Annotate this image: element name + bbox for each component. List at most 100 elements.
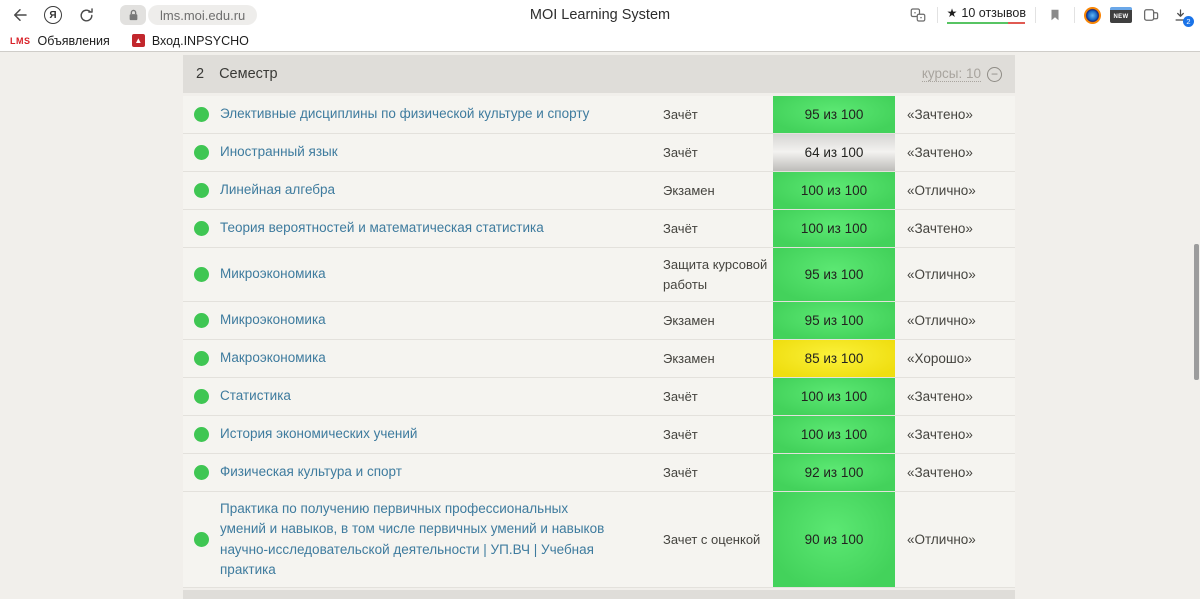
lms-page: 2 Семестр курсы: 10 − Элективные дисципл… [0, 52, 1200, 599]
status-dot-icon [194, 389, 209, 404]
url-text[interactable]: lms.moi.edu.ru [148, 5, 258, 25]
control-type-label: Зачёт [663, 426, 698, 442]
course-link[interactable]: Микроэкономика [220, 310, 326, 330]
side-panel-icon[interactable] [1141, 5, 1161, 25]
control-type-label: Зачёт [663, 144, 698, 160]
grade-label: «Зачтено» [907, 465, 973, 480]
control-type-label: Зачёт [663, 388, 698, 404]
status-dot-icon [194, 221, 209, 236]
course-link[interactable]: Практика по получению первичных професси… [220, 499, 613, 580]
course-rows: Элективные дисциплины по физической куль… [183, 96, 1015, 588]
table-row: Теория вероятностей и математическая ста… [183, 210, 1015, 248]
score-text: 95 из 100 [804, 313, 864, 328]
score-text: 95 из 100 [804, 107, 864, 122]
grades-table: 2 Семестр курсы: 10 − Элективные дисципл… [183, 55, 1015, 599]
course-link[interactable]: История экономических учений [220, 424, 417, 444]
course-link[interactable]: Статистика [220, 386, 291, 406]
control-type-label: Зачёт [663, 106, 698, 122]
address-bar[interactable]: lms.moi.edu.ru [120, 5, 258, 25]
bookmark-label: Вход.INPSYCHO [151, 33, 249, 48]
table-row: Физическая культура и спорт Зачёт 92 из … [183, 454, 1015, 492]
control-type-label: Зачёт [663, 464, 698, 480]
status-cell [183, 134, 220, 171]
score-badge: 64 из 100 [773, 134, 895, 171]
table-row: История экономических учений Зачёт 100 и… [183, 416, 1015, 454]
score-text: 100 из 100 [800, 427, 868, 442]
collapse-icon[interactable]: − [987, 66, 1002, 82]
course-link[interactable]: Макроэкономика [220, 348, 326, 368]
courses-count-link[interactable]: курсы: 10 [921, 66, 981, 82]
status-cell [183, 302, 220, 339]
status-dot-icon [194, 351, 209, 366]
semester-header-2: 2 Семестр курсы: 10 − [183, 55, 1015, 93]
downloads-button[interactable]: 2 [1170, 5, 1194, 27]
course-cell: Линейная алгебра [220, 172, 663, 209]
bookmark-icon[interactable] [1045, 5, 1065, 25]
score-text: 100 из 100 [800, 221, 868, 236]
status-cell [183, 378, 220, 415]
score-badge: 100 из 100 [773, 378, 895, 415]
grade-label: «Хорошо» [907, 351, 972, 366]
grade-label: «Зачтено» [907, 221, 973, 236]
control-type-label: Защита курсовой работы [663, 257, 768, 292]
semester-header-3: 3 Семестр курсы: 10 + [183, 590, 1015, 599]
course-cell: История экономических учений [220, 416, 663, 453]
course-link[interactable]: Иностранный язык [220, 142, 338, 162]
toolbar-divider [936, 7, 938, 23]
table-row: Микроэкономика Защита курсовой работы 95… [183, 248, 1015, 302]
grade-label: «Зачтено» [907, 427, 973, 442]
status-cell [183, 248, 220, 301]
site-reviews-button[interactable]: ★ 10 отзывов [947, 6, 1026, 24]
table-row: Линейная алгебра Экзамен 100 из 100 «Отл… [183, 172, 1015, 210]
lock-icon[interactable] [120, 5, 146, 25]
control-type-label: Экзамен [663, 350, 715, 366]
course-cell: Элективные дисциплины по физической куль… [220, 96, 663, 133]
control-type-label: Экзамен [663, 182, 715, 198]
score-badge: 100 из 100 [773, 416, 895, 453]
downloads-count-badge: 2 [1183, 16, 1194, 27]
grade-label: «Отлично» [907, 183, 976, 198]
table-row: Статистика Зачёт 100 из 100 «Зачтено» [183, 378, 1015, 416]
bookmarks-bar: LMS Объявления ▲ Вход.INPSYCHO [0, 30, 1200, 52]
grade-label: «Отлично» [907, 532, 976, 547]
bookmark-label: Объявления [37, 33, 110, 48]
table-row: Микроэкономика Экзамен 95 из 100 «Отличн… [183, 302, 1015, 340]
yandex-browser-icon[interactable]: Я [44, 6, 62, 24]
course-link[interactable]: Теория вероятностей и математическая ста… [220, 218, 544, 238]
course-cell: Микроэкономика [220, 302, 663, 339]
status-dot-icon [194, 107, 209, 122]
extension-new-icon[interactable]: NEW [1110, 7, 1132, 23]
status-cell [183, 96, 220, 133]
course-cell: Макроэкономика [220, 340, 663, 377]
lms-favicon: LMS [10, 35, 31, 46]
score-badge: 95 из 100 [773, 302, 895, 339]
inpsycho-favicon: ▲ [131, 34, 145, 47]
table-row: Макроэкономика Экзамен 85 из 100 «Хорошо… [183, 340, 1015, 378]
semester-label: Семестр [219, 66, 278, 82]
toolbar-divider [1074, 7, 1075, 23]
vertical-scrollbar[interactable] [1194, 244, 1199, 380]
grade-label: «Зачтено» [907, 145, 973, 160]
status-dot-icon [194, 532, 209, 547]
extension-browser-icon[interactable] [1084, 6, 1101, 24]
grade-label: «Зачтено» [907, 107, 973, 122]
back-icon[interactable] [10, 5, 30, 25]
course-link[interactable]: Микроэкономика [220, 264, 326, 284]
translate-icon[interactable] [908, 5, 928, 25]
score-badge: 85 из 100 [773, 340, 895, 377]
score-text: 64 из 100 [804, 145, 864, 160]
table-row: Элективные дисциплины по физической куль… [183, 96, 1015, 134]
refresh-icon[interactable] [76, 5, 96, 25]
control-type-label: Зачет с оценкой [663, 531, 761, 547]
bookmark-item-announcements[interactable]: LMS Объявления [10, 34, 110, 48]
course-link[interactable]: Элективные дисциплины по физической куль… [220, 104, 589, 124]
course-link[interactable]: Физическая культура и спорт [220, 462, 402, 482]
semester-number: 2 [196, 66, 205, 82]
course-link[interactable]: Линейная алгебра [220, 180, 335, 200]
reviews-count-label: 10 отзывов [961, 6, 1026, 20]
score-badge: 92 из 100 [773, 454, 895, 491]
bookmark-item-inpsycho[interactable]: ▲ Вход.INPSYCHO [131, 33, 249, 48]
control-type-label: Экзамен [663, 312, 715, 328]
status-cell [183, 492, 220, 587]
course-cell: Микроэкономика [220, 248, 663, 301]
